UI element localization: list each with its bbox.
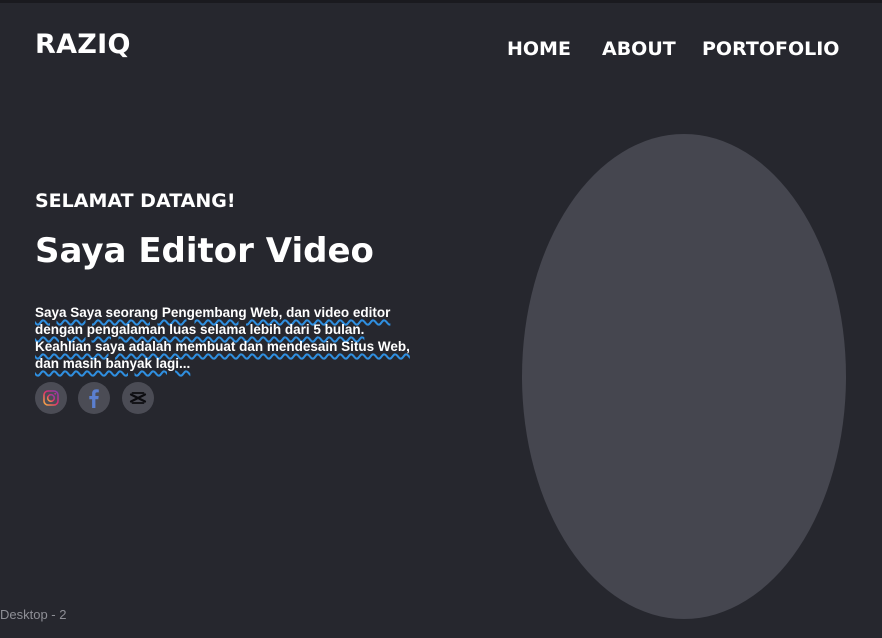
frame-label: Desktop - 2 (0, 607, 67, 622)
hero-description: Saya Saya seorang Pengembang Web, dan vi… (35, 304, 455, 372)
nav-home-link[interactable]: HOME (507, 38, 571, 60)
capcut-icon (129, 392, 147, 404)
instagram-icon (43, 390, 59, 406)
instagram-link[interactable] (35, 382, 67, 414)
description-line: dan masih banyak lagi... (35, 355, 455, 372)
description-line: Keahlian saya adalah membuat dan mendesa… (35, 338, 455, 355)
facebook-link[interactable] (78, 382, 110, 414)
hero-greeting: SELAMAT DATANG! (35, 190, 236, 212)
description-line: dengan pengalaman luas selama lebih dari… (35, 321, 455, 338)
desktop-frame: RAZIQ HOME ABOUT PORTOFOLIO SELAMAT DATA… (0, 0, 882, 638)
description-line-text: dengan pengalaman luas selama lebih dari… (35, 322, 365, 337)
capcut-link[interactable] (122, 382, 154, 414)
nav-about-link[interactable]: ABOUT (602, 38, 676, 60)
description-line: Saya Saya seorang Pengembang Web, dan vi… (35, 304, 455, 321)
social-links (35, 382, 165, 414)
description-line-text: Keahlian saya adalah membuat dan mendesa… (35, 339, 410, 354)
description-line-text: dan masih banyak lagi... (35, 356, 191, 371)
profile-photo-placeholder (522, 134, 846, 619)
description-line-text: Saya Saya seorang Pengembang Web, dan vi… (35, 305, 391, 320)
nav-portofolio-link[interactable]: PORTOFOLIO (702, 38, 839, 60)
hero-headline: Saya Editor Video (35, 231, 374, 271)
facebook-icon (89, 389, 99, 408)
main-nav: HOME ABOUT PORTOFOLIO (0, 38, 882, 66)
